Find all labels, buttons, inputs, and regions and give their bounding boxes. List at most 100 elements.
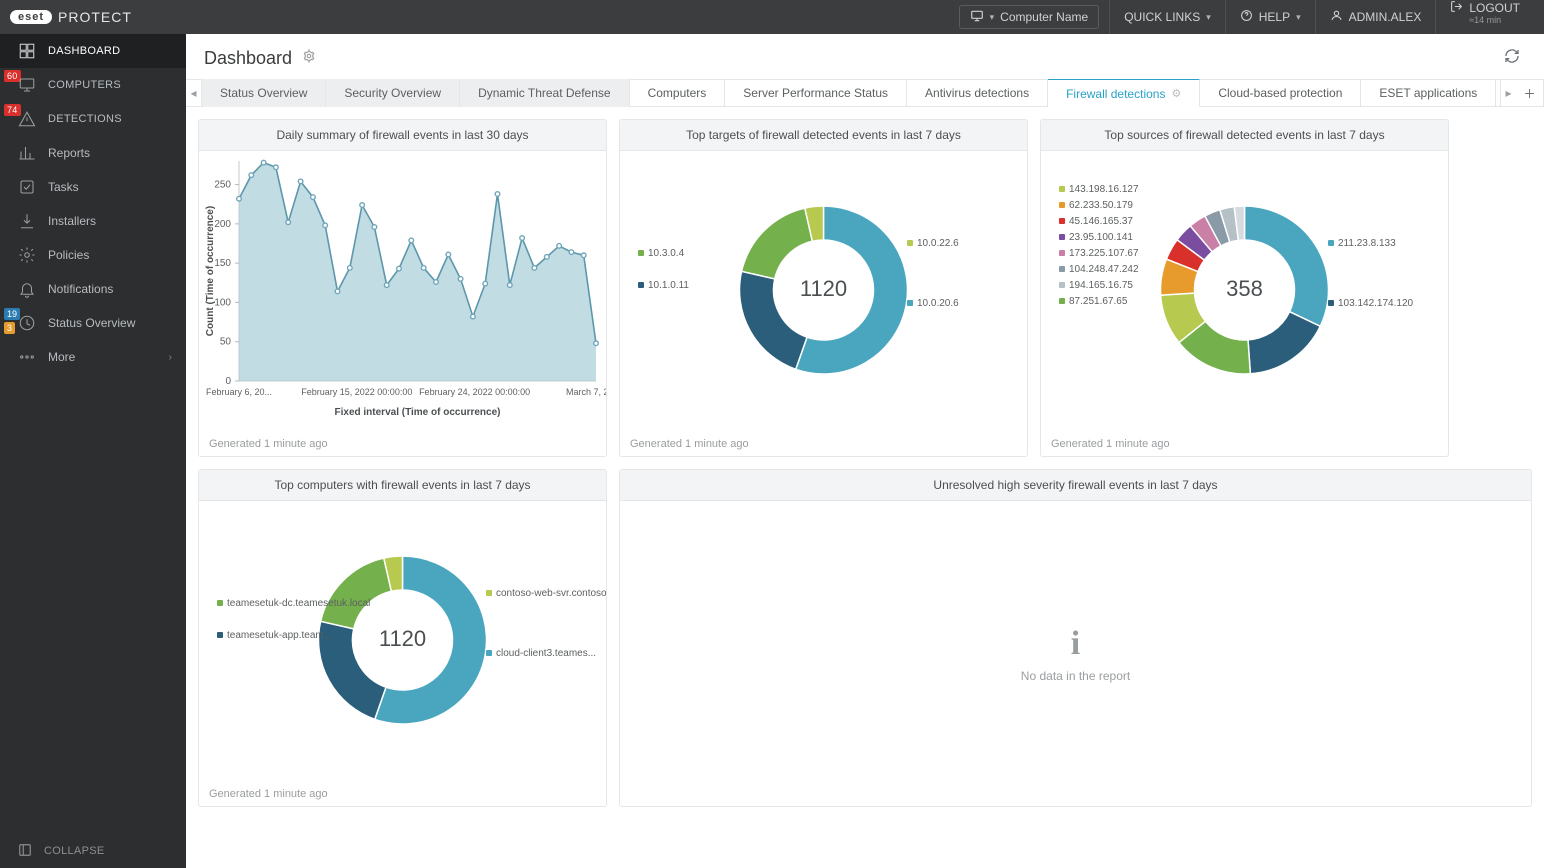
svg-text:194.165.16.75: 194.165.16.75	[1069, 280, 1133, 291]
panel-top-computers: Top computers with firewall events in la…	[198, 469, 607, 807]
tab-eset-applications[interactable]: ESET applications	[1361, 79, 1496, 107]
logout-button[interactable]: LOGOUT ≈14 min	[1435, 0, 1534, 34]
sidebar-item-label: COMPUTERS	[48, 79, 121, 91]
sidebar-item-label: Status Overview	[48, 316, 135, 330]
logout-icon	[1450, 0, 1463, 15]
svg-text:62.233.50.179: 62.233.50.179	[1069, 200, 1133, 211]
no-data-placeholder: i No data in the report	[620, 501, 1531, 806]
svg-text:45.146.165.37: 45.146.165.37	[1069, 216, 1133, 227]
sidebar-item-dashboard[interactable]: DASHBOARD	[0, 34, 186, 68]
chevron-down-icon: ▾	[1296, 12, 1301, 23]
logout-timer: ≈14 min	[1469, 16, 1501, 25]
tab-cloud-based-protection[interactable]: Cloud-based protection	[1200, 79, 1361, 107]
panel-footer: Generated 1 minute ago	[1041, 432, 1448, 456]
svg-text:March 7, 202...: March 7, 202...	[566, 387, 606, 397]
quick-links-label: QUICK LINKS	[1124, 10, 1200, 24]
sidebar-item-policies[interactable]: Policies	[0, 238, 186, 272]
sidebar: DASHBOARD 60COMPUTERS74DETECTIONS Reports T…	[0, 34, 186, 868]
sidebar-item-notifications[interactable]: Notifications	[0, 272, 186, 306]
sidebar-item-computers[interactable]: 60COMPUTERS	[0, 68, 186, 102]
tab-status-overview[interactable]: Status Overview	[202, 79, 326, 107]
svg-text:10.3.0.4: 10.3.0.4	[648, 248, 685, 259]
svg-text:10.0.22.6: 10.0.22.6	[917, 238, 959, 249]
area-chart[interactable]: 050100150200250 February 6, 20...Februar…	[199, 151, 606, 432]
tab-label: ESET applications	[1379, 86, 1477, 100]
svg-text:100: 100	[214, 297, 231, 308]
svg-text:103.142.174.120: 103.142.174.120	[1338, 298, 1414, 309]
brand-logo: eset PROTECT	[10, 9, 132, 25]
tab-firewall-detections[interactable]: Firewall detections⚙	[1048, 79, 1200, 107]
status-icon	[18, 314, 36, 332]
tab-label: Antivirus detections	[925, 86, 1029, 100]
dashboard-settings-button[interactable]	[302, 49, 316, 68]
gear-icon[interactable]: ⚙	[1171, 87, 1181, 100]
chevron-down-icon: ▾	[990, 12, 995, 23]
tab-server-performance-status[interactable]: Server Performance Status	[725, 79, 907, 107]
sidebar-item-installers[interactable]: Installers	[0, 204, 186, 238]
user-menu[interactable]: ADMIN.ALEX	[1315, 0, 1436, 34]
sidebar-item-status[interactable]: 193Status Overview	[0, 306, 186, 340]
tab-add-button[interactable]: ＋	[1516, 79, 1544, 107]
panel-footer: Generated 1 minute ago	[199, 782, 606, 806]
svg-text:February 24, 2022 00:00:00: February 24, 2022 00:00:00	[419, 387, 530, 397]
svg-text:Count (Time of occurrence): Count (Time of occurrence)	[205, 206, 216, 336]
sidebar-item-label: DASHBOARD	[48, 45, 120, 57]
svg-text:10.0.20.6: 10.0.20.6	[917, 298, 959, 309]
panels-area[interactable]: Daily summary of firewall events in last…	[186, 107, 1544, 868]
collapse-icon	[18, 843, 32, 860]
sidebar-item-tasks[interactable]: Tasks	[0, 170, 186, 204]
sidebar-item-label: More	[48, 350, 75, 364]
svg-text:104.248.47.242: 104.248.47.242	[1069, 264, 1139, 275]
tab-dynamic-threat-defense[interactable]: Dynamic Threat Defense	[460, 79, 630, 107]
sidebar-collapse[interactable]: COLLAPSE	[0, 834, 186, 868]
no-data-text: No data in the report	[1021, 669, 1130, 683]
svg-text:23.95.100.141: 23.95.100.141	[1069, 232, 1133, 243]
brand-eset: eset	[10, 10, 52, 24]
tabs-scroll-right[interactable]: ▸	[1500, 80, 1516, 106]
sidebar-item-label: Reports	[48, 146, 90, 160]
tab-computers[interactable]: Computers	[630, 79, 726, 107]
tabs-scroll-left[interactable]: ◂	[186, 80, 202, 106]
svg-text:87.251.67.65: 87.251.67.65	[1069, 296, 1128, 307]
svg-text:10.1.0.11: 10.1.0.11	[648, 280, 689, 291]
computer-name-selector[interactable]: ▾ Computer Name	[959, 5, 1100, 29]
donut-chart-sources[interactable]: 358 143.198.16.127 62.233.50.179 45.146.…	[1041, 151, 1448, 432]
svg-text:cloud-client3.teames...: cloud-client3.teames...	[496, 648, 596, 659]
monitor-icon	[970, 9, 984, 26]
reports-icon	[18, 144, 36, 162]
refresh-button[interactable]	[1504, 48, 1520, 69]
sidebar-item-label: Notifications	[48, 282, 113, 296]
svg-text:211.23.8.133: 211.23.8.133	[1338, 238, 1396, 249]
svg-text:Fixed interval (Time of occurr: Fixed interval (Time of occurrence)	[335, 407, 501, 418]
svg-text:250: 250	[214, 180, 231, 191]
notifications-icon	[18, 280, 36, 298]
tab-antivirus-detections[interactable]: Antivirus detections	[907, 79, 1048, 107]
help-menu[interactable]: HELP ▾	[1225, 0, 1315, 34]
donut-chart-targets[interactable]: 1120 10.3.0.4 10.1.0.11 10.0.22.6 10.0.2…	[620, 151, 1027, 432]
sidebar-item-detections[interactable]: 74DETECTIONS	[0, 102, 186, 136]
panel-footer: Generated 1 minute ago	[199, 432, 606, 456]
sidebar-item-reports[interactable]: Reports	[0, 136, 186, 170]
svg-text:150: 150	[214, 258, 231, 269]
svg-text:February 15, 2022 00:00:00: February 15, 2022 00:00:00	[301, 387, 412, 397]
chevron-down-icon: ▾	[1206, 12, 1211, 23]
page-header: Dashboard	[186, 34, 1544, 79]
dashboard-icon	[18, 42, 36, 60]
svg-text:February 6, 20...: February 6, 20...	[206, 387, 272, 397]
quick-links-menu[interactable]: QUICK LINKS ▾	[1109, 0, 1225, 34]
svg-text:50: 50	[220, 337, 232, 348]
panel-top-targets: Top targets of firewall detected events …	[619, 119, 1028, 457]
svg-text:143.198.16.127: 143.198.16.127	[1069, 184, 1139, 195]
tab-label: Cloud-based protection	[1218, 86, 1342, 100]
panel-title: Top targets of firewall detected events …	[620, 120, 1027, 151]
sidebar-item-more[interactable]: More›	[0, 340, 186, 374]
info-icon: i	[1071, 625, 1080, 663]
panel-title: Top computers with firewall events in la…	[199, 470, 606, 501]
computers-icon	[18, 76, 36, 94]
donut-chart-computers[interactable]: 1120 teamesetuk-dc.teamesetuk.local team…	[199, 501, 606, 782]
badge: 3	[4, 322, 15, 334]
tab-security-overview[interactable]: Security Overview	[326, 79, 460, 107]
panel-unresolved: Unresolved high severity firewall events…	[619, 469, 1532, 807]
sidebar-item-label: Installers	[48, 214, 96, 228]
svg-text:contoso-web-svr.contoso.demo: contoso-web-svr.contoso.demo	[496, 588, 606, 599]
